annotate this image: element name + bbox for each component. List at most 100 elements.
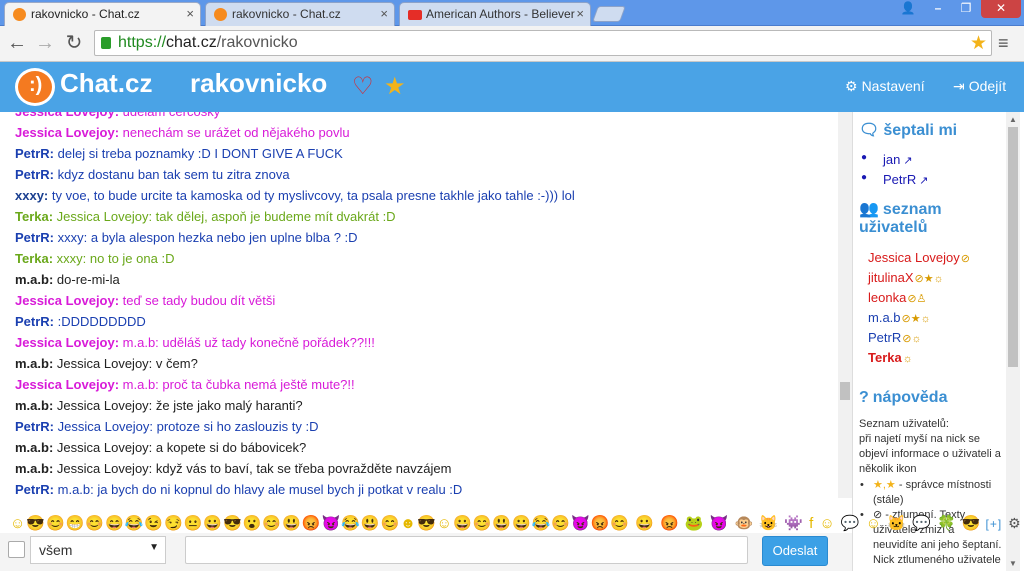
logout-link[interactable]: ⇥ Odejít [953, 78, 1006, 95]
message-nick[interactable]: PetrR: [15, 314, 54, 329]
close-tab-icon[interactable]: × [576, 3, 584, 25]
message-text: do-re-mi-la [53, 272, 120, 287]
user-name[interactable]: Jessica Lovejoy [868, 250, 960, 265]
forward-arrow-icon[interactable]: → [32, 31, 58, 57]
message-nick[interactable]: Jessica Lovejoy: [15, 293, 119, 308]
window-close-icon[interactable]: ✕ [981, 0, 1021, 18]
browser-titlebar: rakovnicko - Chat.cz × rakovnicko - Chat… [0, 0, 1024, 26]
help-bullet: • ★,★ - správce místnosti (stále) [860, 479, 992, 506]
profile-icon[interactable]: 👤 [896, 0, 920, 18]
tab-rakovnicko-1[interactable]: rakovnicko - Chat.cz × [4, 2, 201, 26]
user-status-icons: ⊘☼ [902, 333, 922, 345]
bookmark-star-icon[interactable]: ★ [970, 32, 987, 55]
open-window-icon[interactable]: ↗ [919, 175, 928, 187]
user-list-item[interactable]: Jessica Lovejoy⊘ [868, 250, 970, 265]
message-nick[interactable]: xxxy: [15, 188, 48, 203]
message-nick[interactable]: Jessica Lovejoy: [15, 112, 119, 119]
message-text: m.a.b: proč ta čubka nemá ještě mute?!! [119, 377, 355, 392]
scrollbar-thumb[interactable] [840, 382, 850, 400]
caret-down-icon: ▼ [149, 542, 159, 553]
star-icon[interactable]: ★ [384, 72, 406, 101]
message-nick[interactable]: PetrR: [15, 482, 54, 497]
sidebar-scrollbar[interactable]: ▲ ▼ [1006, 112, 1020, 571]
user-name[interactable]: leonka [868, 290, 906, 305]
chat-message: Jessica Lovejoy: udělám čerčosky [15, 112, 220, 120]
back-arrow-icon[interactable]: ← [4, 31, 30, 57]
user-list-item[interactable]: leonka⊘♙ [868, 290, 926, 305]
gear-icon[interactable]: ⚙ [1008, 515, 1022, 531]
help-line: Seznam uživatelů: [859, 418, 949, 430]
message-nick[interactable]: PetrR: [15, 146, 54, 161]
message-nick[interactable]: Jessica Lovejoy: [15, 125, 119, 140]
message-input[interactable] [185, 536, 748, 564]
user-name[interactable]: Terka [868, 350, 902, 365]
recipient-select[interactable]: všem ▼ [30, 536, 166, 564]
message-nick[interactable]: Jessica Lovejoy: [15, 335, 119, 350]
send-button[interactable]: Odeslat [762, 536, 828, 566]
tab-rakovnicko-2[interactable]: rakovnicko - Chat.cz × [205, 2, 395, 26]
message-nick[interactable]: PetrR: [15, 230, 54, 245]
message-nick[interactable]: PetrR: [15, 167, 54, 182]
close-tab-icon[interactable]: × [380, 3, 388, 25]
message-text: ty voe, to bude urcite ta kamoska od ty … [48, 188, 575, 203]
message-nick[interactable]: m.a.b: [15, 356, 53, 371]
user-name[interactable]: m.a.b [868, 310, 901, 325]
input-bar: všem ▼ Odeslat [0, 533, 852, 571]
whisper-item[interactable]: ● jan ↗ [861, 152, 913, 167]
chat-message: PetrR: Jessica Lovejoy: protoze si ho za… [15, 419, 318, 435]
chat-message: Jessica Lovejoy: nenechám se urážet od n… [15, 125, 350, 141]
message-nick[interactable]: PetrR: [15, 419, 54, 434]
message-nick[interactable]: Jessica Lovejoy: [15, 377, 119, 392]
more-smileys-link[interactable]: [+] [985, 517, 1002, 531]
new-tab-button[interactable] [592, 6, 626, 22]
chat-favicon-icon [13, 8, 26, 21]
chat-scrollbar[interactable] [838, 112, 852, 498]
brand-title[interactable]: Chat.cz [60, 68, 152, 99]
minimize-icon[interactable]: – [925, 0, 951, 18]
tab-youtube[interactable]: American Authors - Believer × [399, 2, 591, 26]
whisper-checkbox[interactable] [8, 541, 25, 558]
whisper-item[interactable]: ● PetrR ↗ [861, 172, 928, 187]
message-text: Jessica Lovejoy: v čem? [53, 356, 198, 371]
scroll-down-icon[interactable]: ▼ [1009, 559, 1017, 568]
browser-menu-icon[interactable]: ≡ [998, 34, 1016, 53]
smiley-icons[interactable]: ☺😎😊😁😊😄😂😉😏😐😀😎😮😊😃😡😈😂😃😊☻😎☺😀😊😃😀😂😊😈😡😊 😀 😡 🐸 😈… [10, 515, 981, 532]
message-text: Jessica Lovejoy: tak dělej, aspoň je bud… [53, 209, 396, 224]
chat-message: Terka: xxxy: no to je ona :D [15, 251, 174, 267]
heart-icon[interactable]: ♡ [352, 72, 374, 101]
message-text: xxxy: a byla alespon hezka nebo jen upln… [54, 230, 358, 245]
logout-icon: ⇥ [953, 78, 965, 94]
reload-icon[interactable]: ↻ [61, 31, 87, 57]
tab-title: rakovnicko - Chat.cz [232, 7, 341, 21]
chat-messages: Jessica Lovejoy: udělám čerčoskyJessica … [0, 112, 838, 498]
address-bar[interactable]: https://chat.cz/rakovnicko ★ [94, 30, 992, 56]
chat-bubbles-icon: 🗨 [859, 122, 880, 139]
scroll-up-icon[interactable]: ▲ [1009, 115, 1017, 124]
message-nick[interactable]: Terka: [15, 251, 53, 266]
user-list-item[interactable]: jitulinaX⊘★☼ [868, 270, 944, 285]
chat-message: PetrR: m.a.b: ja bych do ni kopnul do hl… [15, 482, 462, 498]
user-name[interactable]: PetrR [868, 330, 901, 345]
message-nick[interactable]: m.a.b: [15, 461, 53, 476]
message-nick[interactable]: m.a.b: [15, 272, 53, 287]
scrollbar-thumb[interactable] [1008, 127, 1018, 367]
open-window-icon[interactable]: ↗ [903, 155, 912, 167]
message-nick[interactable]: m.a.b: [15, 398, 53, 413]
help-text: Seznam uživatelů: při najetí myší na nic… [859, 417, 1001, 477]
settings-link[interactable]: ⚙ Nastavení [845, 78, 925, 95]
restore-icon[interactable]: ❐ [953, 0, 979, 18]
message-nick[interactable]: Terka: [15, 209, 53, 224]
user-name[interactable]: jitulinaX [868, 270, 914, 285]
user-list-item[interactable]: Terka☼ [868, 350, 913, 365]
chat-message: PetrR: :DDDDDDDDD [15, 314, 146, 330]
user-list-item[interactable]: PetrR⊘☼ [868, 330, 922, 345]
smiley-bar[interactable]: ☺😎😊😁😊😄😂😉😏😐😀😎😮😊😃😡😈😂😃😊☻😎☺😀😊😃😀😂😊😈😡😊 😀 😡 🐸 😈… [10, 514, 1022, 534]
youtube-favicon-icon [408, 10, 422, 20]
message-text: teď se tady budou dít větši [119, 293, 276, 308]
app-header: :) Chat.cz rakovnicko ♡ ★ ⚙ Nastavení ⇥ Od… [0, 62, 1024, 112]
message-nick[interactable]: m.a.b: [15, 440, 53, 455]
user-list-item[interactable]: m.a.b⊘★☼ [868, 310, 931, 325]
chat-message: m.a.b: do-re-mi-la [15, 272, 120, 288]
close-tab-icon[interactable]: × [186, 3, 194, 25]
chat-logo-icon[interactable]: :) [15, 68, 55, 106]
